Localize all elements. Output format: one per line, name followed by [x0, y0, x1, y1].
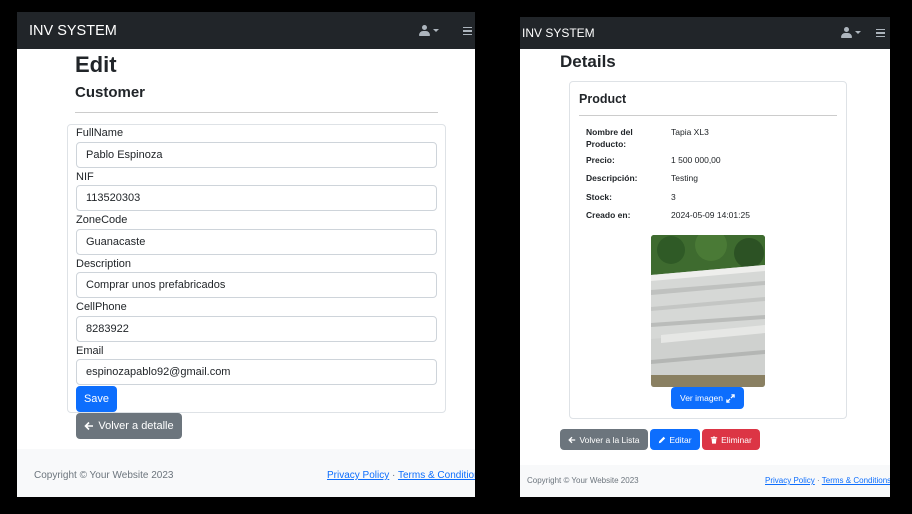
card-title: Product — [579, 92, 627, 106]
privacy-policy-link[interactable]: Privacy Policy — [765, 476, 815, 485]
menu-icon[interactable] — [463, 27, 472, 35]
page-subtitle: Customer — [75, 84, 146, 101]
navbar: INV SYSTEM — [520, 17, 890, 49]
description-label: Description — [76, 258, 132, 270]
terms-link[interactable]: Terms & Conditions — [398, 470, 475, 481]
divider — [75, 112, 438, 113]
detail-label-description: Descripción: — [586, 173, 638, 183]
page-title: Details — [560, 52, 616, 71]
user-menu-toggle[interactable] — [419, 25, 439, 36]
back-to-list-button[interactable]: Volver a la Lista — [560, 429, 648, 450]
caret-down-icon — [855, 31, 861, 34]
detail-value-description: Testing — [671, 173, 698, 183]
description-input[interactable]: Comprar unos prefabricados — [76, 272, 437, 298]
trash-icon — [710, 435, 718, 444]
user-menu-toggle[interactable] — [841, 27, 861, 38]
copyright-text: Copyright © Your Website 2023 — [34, 470, 174, 481]
brand-link[interactable]: INV SYSTEM — [29, 23, 117, 39]
fullname-label: FullName — [76, 127, 124, 139]
footer-links: Privacy Policy · Terms & Conditions — [765, 476, 890, 485]
user-icon — [841, 27, 852, 38]
footer: Copyright © Your Website 2023 Privacy Po… — [17, 449, 475, 497]
view-image-button[interactable]: Ver imagen — [671, 387, 744, 409]
delete-button[interactable]: Eliminar — [702, 429, 760, 450]
arrow-left-icon — [84, 421, 94, 431]
arrow-left-icon — [568, 436, 576, 443]
menu-icon[interactable] — [876, 29, 885, 37]
edit-button[interactable]: Editar — [650, 429, 700, 450]
edit-label: Editar — [669, 434, 692, 445]
zonecode-label: ZoneCode — [76, 214, 128, 226]
cellphone-label: CellPhone — [76, 301, 127, 313]
detail-label-price: Precio: — [586, 155, 615, 165]
back-to-list-label: Volver a la Lista — [579, 434, 640, 445]
detail-label-name: Nombre del Producto: — [586, 127, 633, 149]
detail-label-stock: Stock: — [586, 192, 612, 202]
edit-customer-window: INV SYSTEM Edit Customer FullName Pablo … — [17, 12, 475, 497]
email-input[interactable]: espinozapablo92@gmail.com — [76, 359, 437, 385]
footer-separator: · — [392, 470, 396, 481]
footer: Copyright © Your Website 2023 Privacy Po… — [520, 465, 890, 497]
divider — [579, 115, 837, 116]
brand-link[interactable]: INV SYSTEM — [522, 26, 595, 40]
copyright-text: Copyright © Your Website 2023 — [527, 476, 639, 485]
cellphone-input[interactable]: 8283922 — [76, 316, 437, 342]
expand-icon — [726, 393, 735, 403]
delete-label: Eliminar — [721, 434, 752, 445]
back-to-detail-button[interactable]: Volver a detalle — [76, 413, 182, 439]
zonecode-input[interactable]: Guanacaste — [76, 229, 437, 255]
product-photo-illustration — [651, 235, 765, 387]
view-image-label: Ver imagen — [680, 393, 723, 403]
email-label: Email — [76, 345, 104, 357]
detail-value-stock: 3 — [671, 192, 676, 202]
product-details-window: INV SYSTEM Details Product Nombre del Pr… — [520, 17, 890, 497]
terms-link[interactable]: Terms & Conditions — [822, 476, 890, 485]
user-icon — [419, 25, 430, 36]
detail-value-price: 1 500 000,00 — [671, 155, 721, 165]
fullname-input[interactable]: Pablo Espinoza — [76, 142, 437, 168]
caret-down-icon — [433, 29, 439, 32]
detail-value-created: 2024-05-09 14:01:25 — [671, 210, 750, 220]
pencil-icon — [659, 436, 666, 443]
footer-separator: · — [817, 476, 820, 485]
detail-value-name: Tapia XL3 — [671, 127, 709, 137]
nif-input[interactable]: 113520303 — [76, 185, 437, 211]
privacy-policy-link[interactable]: Privacy Policy — [327, 470, 389, 481]
save-button[interactable]: Save — [76, 386, 117, 412]
nif-label: NIF — [76, 171, 94, 183]
detail-label-created: Creado en: — [586, 210, 631, 220]
back-to-detail-label: Volver a detalle — [98, 420, 174, 432]
page-title: Edit — [75, 52, 117, 77]
product-image — [651, 235, 765, 387]
navbar: INV SYSTEM — [17, 12, 475, 49]
footer-links: Privacy Policy · Terms & Conditions — [327, 470, 475, 481]
